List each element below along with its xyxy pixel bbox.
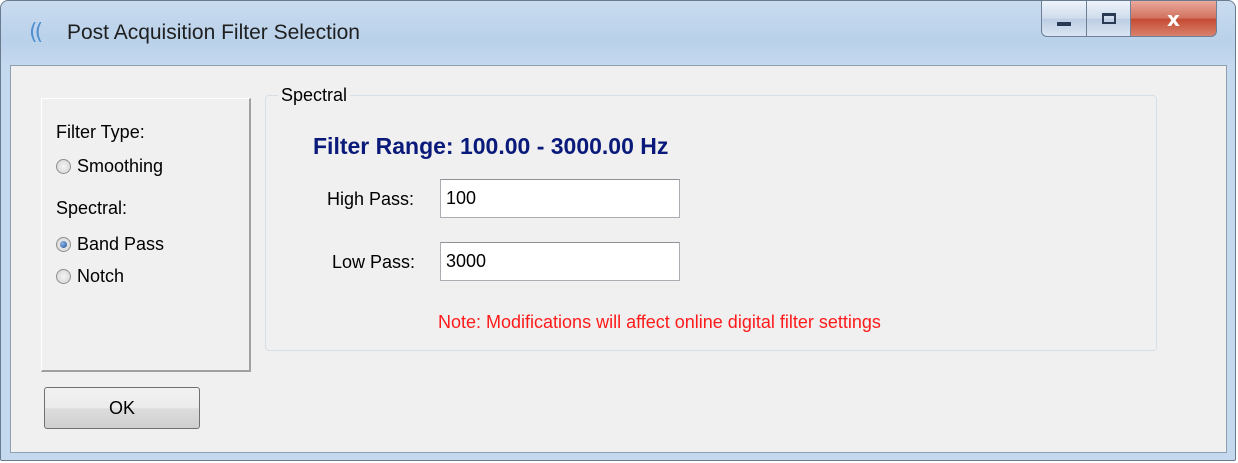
notch-radio[interactable]: Notch	[56, 265, 124, 287]
title-bar[interactable]: (( Post Acquisition Filter Selection x	[1, 1, 1235, 65]
band-pass-radio[interactable]: Band Pass	[56, 233, 164, 255]
close-icon: x	[1167, 6, 1180, 31]
spectral-group-title: Spectral	[278, 84, 351, 106]
band-pass-label: Band Pass	[77, 234, 165, 254]
close-button[interactable]: x	[1131, 1, 1217, 37]
window-title: Post Acquisition Filter Selection	[67, 21, 360, 44]
modification-note: Note: Modifications will affect online d…	[438, 312, 881, 332]
band-pass-radio-button[interactable]	[56, 236, 71, 252]
low-pass-label: Low Pass:	[332, 252, 416, 272]
minimize-icon	[1057, 21, 1071, 26]
maximize-button[interactable]	[1087, 1, 1131, 37]
filter-range-heading: Filter Range: 100.00 - 3000.00 Hz	[313, 133, 669, 159]
smoothing-label: Smoothing	[77, 156, 164, 176]
ok-button[interactable]: OK	[44, 387, 200, 429]
filter-type-panel: Filter Type: Smoothing Spectral: Band Pa…	[41, 98, 251, 372]
dialog-client-area: Filter Type: Smoothing Spectral: Band Pa…	[10, 65, 1227, 453]
notch-radio-button[interactable]	[56, 268, 71, 284]
spectral-label: Spectral:	[56, 198, 128, 218]
window-controls: x	[1041, 1, 1217, 39]
spectral-groupbox: Spectral Filter Range: 100.00 - 3000.00 …	[265, 84, 1157, 351]
smoothing-radio[interactable]: Smoothing	[56, 155, 163, 177]
high-pass-label: High Pass:	[327, 189, 415, 209]
high-pass-input[interactable]	[440, 179, 680, 218]
filter-type-label: Filter Type:	[56, 122, 145, 142]
smoothing-radio-button[interactable]	[56, 158, 71, 174]
minimize-button[interactable]	[1041, 1, 1087, 37]
dialog-window: (( Post Acquisition Filter Selection x F…	[0, 0, 1236, 461]
notch-label: Notch	[77, 266, 125, 286]
app-signal-icon: ((	[29, 20, 43, 45]
low-pass-input[interactable]	[440, 242, 680, 281]
maximize-icon	[1101, 13, 1116, 24]
